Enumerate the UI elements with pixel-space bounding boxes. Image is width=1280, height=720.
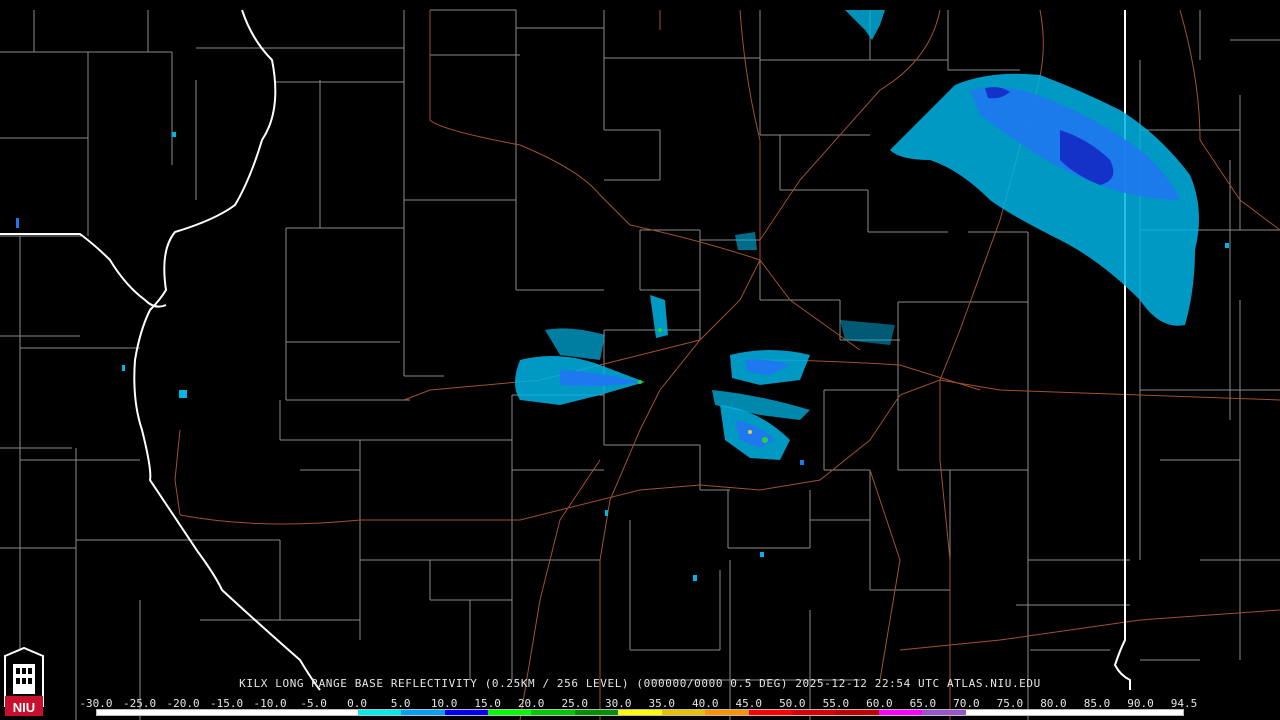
radar-map: [0, 0, 1280, 720]
scale-swatch: [792, 710, 836, 715]
scale-swatch: [140, 710, 184, 715]
scale-swatch: [227, 710, 271, 715]
scale-swatch: [1052, 710, 1097, 715]
scale-swatch: [314, 710, 358, 715]
scale-swatch: [878, 710, 923, 715]
product-title: KILX LONG RANGE BASE REFLECTIVITY (0.25K…: [239, 677, 1041, 690]
scale-swatch: [357, 710, 402, 715]
scale-swatch: [401, 710, 445, 715]
scale-swatch: [922, 710, 966, 715]
scale-swatch: [531, 710, 575, 715]
scale-swatch: [1009, 710, 1053, 715]
logo-text: NIU: [13, 700, 35, 715]
scale-swatch: [487, 710, 532, 715]
scale-swatch: [183, 710, 228, 715]
reflectivity-color-scale: [96, 709, 1184, 716]
scale-swatch: [618, 710, 662, 715]
scale-swatch: [661, 710, 706, 715]
scale-swatch: [574, 710, 619, 715]
scale-swatch: [835, 710, 879, 715]
scale-swatch: [965, 710, 1010, 715]
reflectivity-scale-labels: -30.0 -25.0 -20.0 -15.0 -10.0 -5.0 0.0 5.0 10.0 1…: [79, 697, 1197, 710]
scale-swatch: [270, 710, 315, 715]
scale-swatch: [97, 710, 141, 715]
scale-swatch: [705, 710, 749, 715]
scale-swatch: [1139, 710, 1183, 715]
scale-swatch: [748, 710, 792, 715]
scale-swatch: [1096, 710, 1140, 715]
scale-swatch: [444, 710, 488, 715]
